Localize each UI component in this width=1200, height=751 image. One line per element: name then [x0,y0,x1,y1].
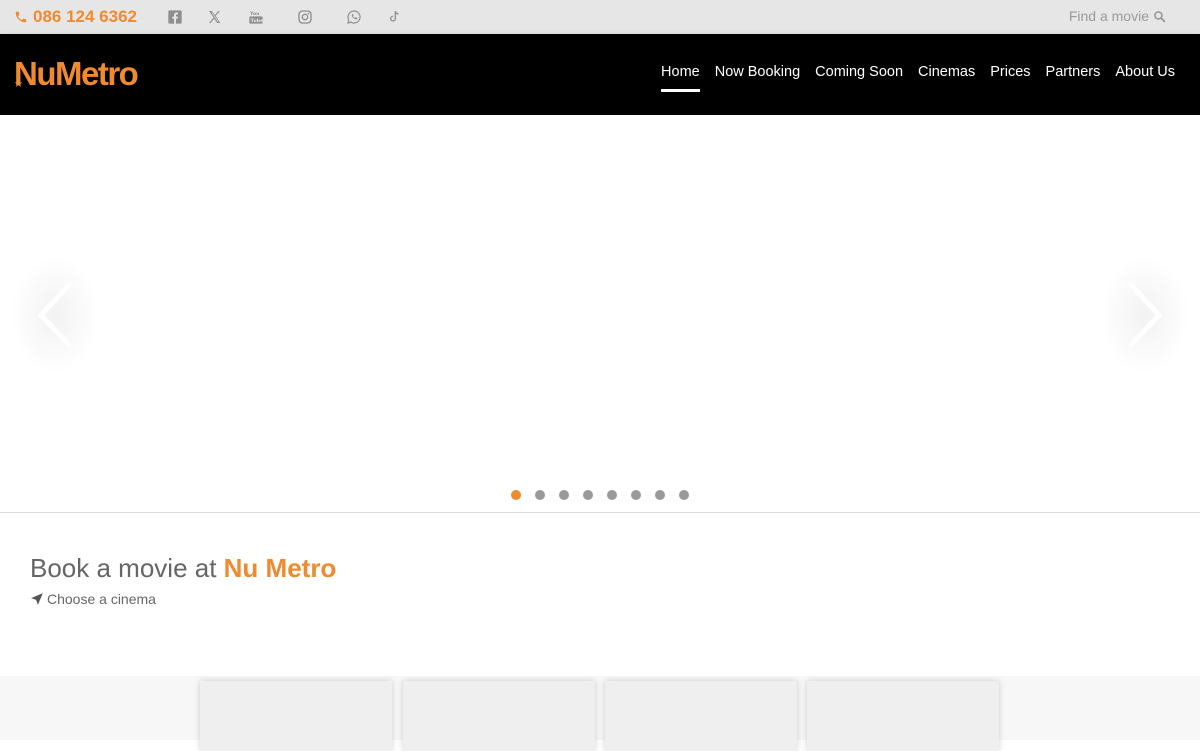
nav-cinemas[interactable]: Cinemas [918,64,975,92]
carousel-dot[interactable] [655,490,665,500]
logo-text: NuMetro [14,55,139,92]
carousel-dot[interactable] [631,490,641,500]
svg-text:You: You [249,11,259,17]
nav-partners[interactable]: Partners [1046,64,1101,92]
nav-home[interactable]: Home [661,64,700,92]
movie-cards-strip [0,676,1200,751]
phone-link[interactable]: 086 124 6362 [14,7,137,27]
carousel-dot[interactable] [583,490,593,500]
chevron-left-icon [38,282,72,348]
carousel-next-button[interactable] [1100,255,1190,375]
hero-carousel [0,115,1200,513]
nav-about-us[interactable]: About Us [1115,64,1175,92]
svg-text:Tube: Tube [251,18,263,24]
instagram-icon[interactable] [296,8,314,26]
chevron-right-icon [1128,282,1162,348]
facebook-icon[interactable] [166,8,184,26]
movie-card[interactable] [605,681,797,751]
carousel-dot[interactable] [607,490,617,500]
find-movie-link[interactable]: Find a movie [1069,8,1166,24]
whatsapp-icon[interactable] [345,8,363,26]
main-nav: Home Now Booking Coming Soon Cinemas Pri… [661,64,1175,92]
location-arrow-icon [31,593,43,605]
carousel-dot[interactable] [559,490,569,500]
tiktok-icon[interactable] [385,8,403,26]
carousel-dot[interactable] [679,490,689,500]
phone-icon [15,11,27,23]
booking-title-prefix: Book a movie at [30,553,224,583]
carousel-indicators [511,490,689,500]
nav-now-booking[interactable]: Now Booking [715,64,800,92]
star-icon [14,79,23,87]
choose-cinema-label: Choose a cinema [47,591,156,607]
booking-heading: Book a movie at Nu Metro [30,553,336,584]
carousel-dot[interactable] [535,490,545,500]
youtube-icon[interactable]: You Tube [247,8,265,26]
booking-title: Book a movie at Nu Metro [30,553,336,584]
top-bar: 086 124 6362 You Tube Find a movie [0,0,1200,34]
numetro-logo[interactable]: NuMetro [14,54,139,94]
booking-title-brand: Nu Metro [223,553,337,583]
search-icon [1154,10,1166,22]
x-icon[interactable] [206,8,224,26]
find-movie-label: Find a movie [1068,8,1149,24]
choose-cinema-link[interactable]: Choose a cinema [30,591,156,607]
movie-card[interactable] [200,681,392,751]
movie-card[interactable] [807,681,999,751]
carousel-dot[interactable] [511,490,521,500]
main-navbar: NuMetro Home Now Booking Coming Soon Cin… [0,34,1200,115]
phone-number: 086 124 6362 [33,7,137,26]
nav-prices[interactable]: Prices [990,64,1030,92]
movie-card[interactable] [403,681,595,751]
nav-coming-soon[interactable]: Coming Soon [815,64,903,92]
carousel-prev-button[interactable] [10,255,100,375]
